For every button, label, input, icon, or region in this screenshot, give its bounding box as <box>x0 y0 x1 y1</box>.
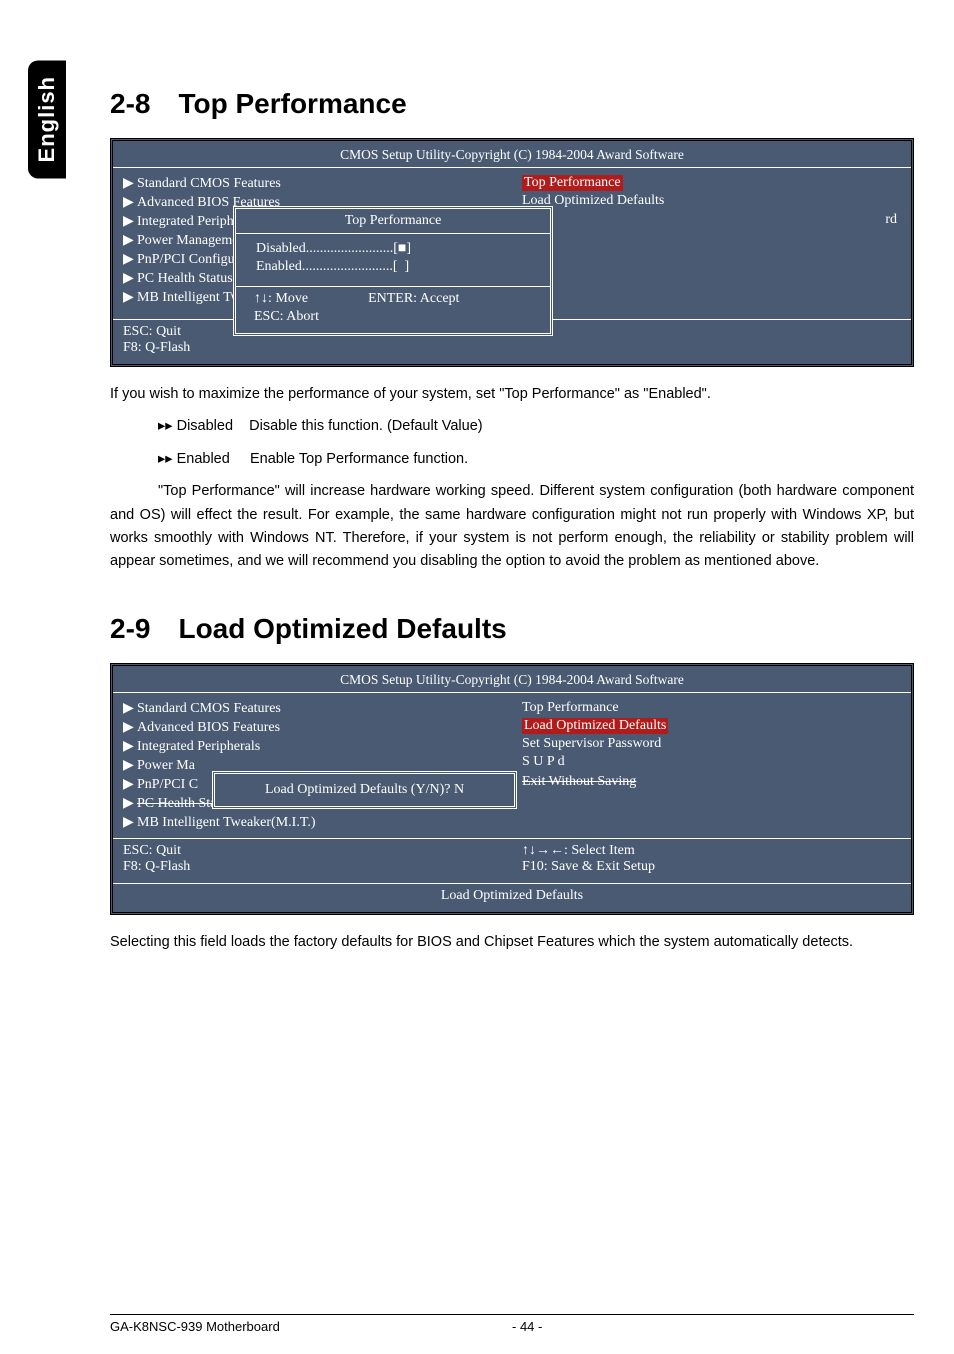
submenu-icon: ▶ <box>123 213 137 230</box>
submenu-icon: ▶ <box>123 270 137 287</box>
option-enabled-line: ▸▸ Enabled Enable Top Performance functi… <box>110 448 914 470</box>
bios-help-line: Load Optimized Defaults <box>113 883 911 912</box>
menu-item[interactable]: ▶Advanced BIOS Features <box>123 718 502 737</box>
menu-item[interactable]: S U P d <box>522 753 901 771</box>
submenu-icon: ▶ <box>123 194 137 211</box>
section-title: Top Performance <box>178 88 406 119</box>
option-disabled-line: ▸▸ Disabled Disable this function. (Defa… <box>110 415 914 437</box>
hint-select: ↑↓→←: Select Item <box>522 843 901 859</box>
menu-label: PC Health Status <box>137 271 233 286</box>
option-label: Disabled <box>177 418 233 434</box>
submenu-icon: ▶ <box>123 795 137 812</box>
text-fragment: rd <box>885 212 897 228</box>
section-number: 2-9 <box>110 613 150 645</box>
menu-label: Standard CMOS Features <box>137 701 281 716</box>
bullet-icon: ▸▸ <box>158 451 173 467</box>
bios-screen-load-defaults: CMOS Setup Utility-Copyright (C) 1984-20… <box>110 663 914 915</box>
menu-label-selected: Top Performance <box>522 175 623 191</box>
section-2-9-text: Selecting this field loads the factory d… <box>110 931 914 953</box>
hint-f8: F8: Q-Flash <box>123 859 502 875</box>
bios-right-column: Top Performance Load Optimized Defaults … <box>512 693 911 838</box>
top-performance-popup: Top Performance Disabled................… <box>233 206 553 336</box>
menu-label: Integrated Peripherals <box>137 739 260 754</box>
menu-item[interactable]: Exit Without Saving <box>522 773 901 791</box>
menu-label: Standard CMOS Features <box>137 176 281 191</box>
submenu-icon: ▶ <box>123 719 137 736</box>
popup-hint-abort: ESC: Abort <box>254 309 319 324</box>
menu-item[interactable]: ▶Standard CMOS Features <box>123 174 502 193</box>
bios-footer-left: ESC: Quit F8: Q-Flash <box>113 839 512 883</box>
menu-item[interactable]: ▶Integrated Peripherals <box>123 737 502 756</box>
bios-right-column: Top Performance Load Optimized Defaults … <box>512 168 911 313</box>
menu-label: Set Supervisor Password <box>522 736 661 751</box>
option-label: Enabled <box>177 451 230 467</box>
menu-label: Exit Without Saving <box>522 774 636 789</box>
load-defaults-popup[interactable]: Load Optimized Defaults (Y/N)? N <box>212 771 517 809</box>
menu-item[interactable]: Load Optimized Defaults <box>522 717 901 735</box>
menu-label-selected: Load Optimized Defaults <box>522 718 668 734</box>
hint-esc: ESC: Quit <box>123 843 502 859</box>
popup-footer: ↑↓: Move ENTER: Accept ESC: Abort <box>236 286 550 333</box>
submenu-icon: ▶ <box>123 232 137 249</box>
section-number: 2-8 <box>110 88 150 120</box>
popup-title: Top Performance <box>236 209 550 233</box>
menu-label: Top Performance <box>522 700 619 715</box>
menu-item[interactable]: Set Supervisor Password <box>522 735 901 753</box>
footer-model: GA-K8NSC-939 Motherboard <box>110 1319 512 1334</box>
popup-hint-accept: ENTER: Accept <box>368 291 459 307</box>
bios-left-column: ▶Standard CMOS Features ▶Advanced BIOS F… <box>113 693 512 838</box>
submenu-icon: ▶ <box>123 289 137 306</box>
submenu-icon: ▶ <box>123 251 137 268</box>
page-content: 2-8 Top Performance CMOS Setup Utility-Co… <box>110 88 914 964</box>
page-footer: GA-K8NSC-939 Motherboard - 44 - <box>110 1314 914 1334</box>
submenu-icon: ▶ <box>123 700 137 717</box>
option-desc: Enable Top Performance function. <box>250 451 468 467</box>
menu-item[interactable]: Load Optimized Defaults <box>522 192 901 210</box>
menu-item[interactable]: Top Performance <box>522 174 901 192</box>
menu-label: MB Intelligent Tweaker(M.I.T.) <box>137 815 316 830</box>
popup-option-enabled[interactable]: Enabled..........................[ ] <box>256 258 530 276</box>
submenu-icon: ▶ <box>123 738 137 755</box>
popup-hint-move: ↑↓: Move <box>254 291 308 307</box>
menu-label: Advanced BIOS Features <box>137 720 280 735</box>
submenu-icon: ▶ <box>123 757 137 774</box>
hint-f10: F10: Save & Exit Setup <box>522 859 901 875</box>
bios-footer-right: ↑↓→←: Select Item F10: Save & Exit Setup <box>512 839 911 883</box>
popup-prompt: Load Optimized Defaults (Y/N)? N <box>265 782 464 797</box>
hint-f8: F8: Q-Flash <box>123 340 502 356</box>
language-tab: English <box>28 60 66 178</box>
bios-header: CMOS Setup Utility-Copyright (C) 1984-20… <box>113 141 911 167</box>
menu-item[interactable]: Top Performance <box>522 699 901 717</box>
popup-option-disabled[interactable]: Disabled.........................[■] <box>256 240 530 258</box>
bios-screen-top-performance: CMOS Setup Utility-Copyright (C) 1984-20… <box>110 138 914 367</box>
section-heading-2-8: 2-8 Top Performance <box>110 88 914 120</box>
note-paragraph: "Top Performance" will increase hardware… <box>110 480 914 573</box>
submenu-icon: ▶ <box>123 776 137 793</box>
bullet-icon: ▸▸ <box>158 418 173 434</box>
intro-text: If you wish to maximize the performance … <box>110 383 914 405</box>
menu-item[interactable]: ▶MB Intelligent Tweaker(M.I.T.) <box>123 813 502 832</box>
submenu-icon: ▶ <box>123 175 137 192</box>
section-heading-2-9: 2-9 Load Optimized Defaults <box>110 613 914 645</box>
note-text: "Top Performance" will increase hardware… <box>110 483 914 569</box>
footer-page-number: - 44 - <box>512 1319 914 1334</box>
menu-label: PnP/PCI C <box>137 777 198 792</box>
menu-label: Power Ma <box>137 758 195 773</box>
section-title: Load Optimized Defaults <box>178 613 506 644</box>
option-desc: Disable this function. (Default Value) <box>249 418 482 434</box>
bios-header: CMOS Setup Utility-Copyright (C) 1984-20… <box>113 666 911 692</box>
menu-item[interactable]: ▶Standard CMOS Features <box>123 699 502 718</box>
menu-label: S U P d <box>522 754 565 769</box>
submenu-icon: ▶ <box>123 814 137 831</box>
